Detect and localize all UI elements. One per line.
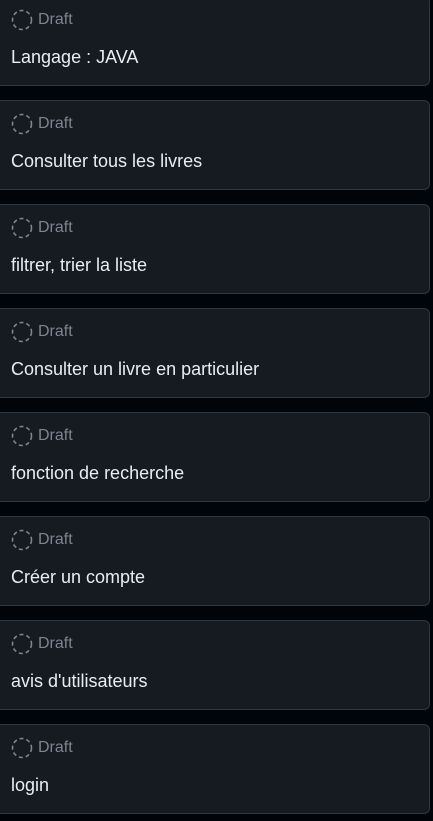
draft-card[interactable]: Draft Langage : JAVA bbox=[0, 0, 430, 86]
status-label: Draft bbox=[38, 219, 73, 236]
card-title[interactable]: Langage : JAVA bbox=[11, 45, 138, 69]
draft-card[interactable]: Draft Créer un compte bbox=[0, 516, 430, 606]
status-row: Draft bbox=[11, 737, 73, 759]
draft-dashed-circle-icon bbox=[11, 737, 33, 759]
draft-card[interactable]: Draft login bbox=[0, 724, 430, 814]
status-label: Draft bbox=[38, 427, 73, 444]
card-title[interactable]: fonction de recherche bbox=[11, 461, 184, 485]
status-row: Draft bbox=[11, 113, 73, 135]
status-label: Draft bbox=[38, 11, 73, 28]
status-label: Draft bbox=[38, 115, 73, 132]
status-label: Draft bbox=[38, 531, 73, 548]
status-row: Draft bbox=[11, 425, 73, 447]
draft-card[interactable]: Draft Consulter tous les livres bbox=[0, 100, 430, 190]
draft-card[interactable]: Draft avis d'utilisateurs bbox=[0, 620, 430, 710]
card-title[interactable]: Consulter un livre en particulier bbox=[11, 357, 259, 381]
card-title[interactable]: login bbox=[11, 773, 49, 797]
status-label: Draft bbox=[38, 739, 73, 756]
draft-dashed-circle-icon bbox=[11, 529, 33, 551]
draft-dashed-circle-icon bbox=[11, 113, 33, 135]
status-row: Draft bbox=[11, 9, 73, 31]
draft-dashed-circle-icon bbox=[11, 9, 33, 31]
card-title[interactable]: filtrer, trier la liste bbox=[11, 253, 147, 277]
draft-card[interactable]: Draft fonction de recherche bbox=[0, 412, 430, 502]
draft-dashed-circle-icon bbox=[11, 321, 33, 343]
status-row: Draft bbox=[11, 529, 73, 551]
card-title[interactable]: Consulter tous les livres bbox=[11, 149, 202, 173]
draft-card[interactable]: Draft filtrer, trier la liste bbox=[0, 204, 430, 294]
draft-dashed-circle-icon bbox=[11, 217, 33, 239]
status-label: Draft bbox=[38, 323, 73, 340]
draft-dashed-circle-icon bbox=[11, 633, 33, 655]
draft-card[interactable]: Draft Consulter un livre en particulier bbox=[0, 308, 430, 398]
status-row: Draft bbox=[11, 217, 73, 239]
card-title[interactable]: Créer un compte bbox=[11, 565, 145, 589]
status-label: Draft bbox=[38, 635, 73, 652]
draft-dashed-circle-icon bbox=[11, 425, 33, 447]
project-board-column: Draft Langage : JAVA Draft Consulter tou… bbox=[0, 0, 433, 821]
status-row: Draft bbox=[11, 633, 73, 655]
status-row: Draft bbox=[11, 321, 73, 343]
card-title[interactable]: avis d'utilisateurs bbox=[11, 669, 148, 693]
